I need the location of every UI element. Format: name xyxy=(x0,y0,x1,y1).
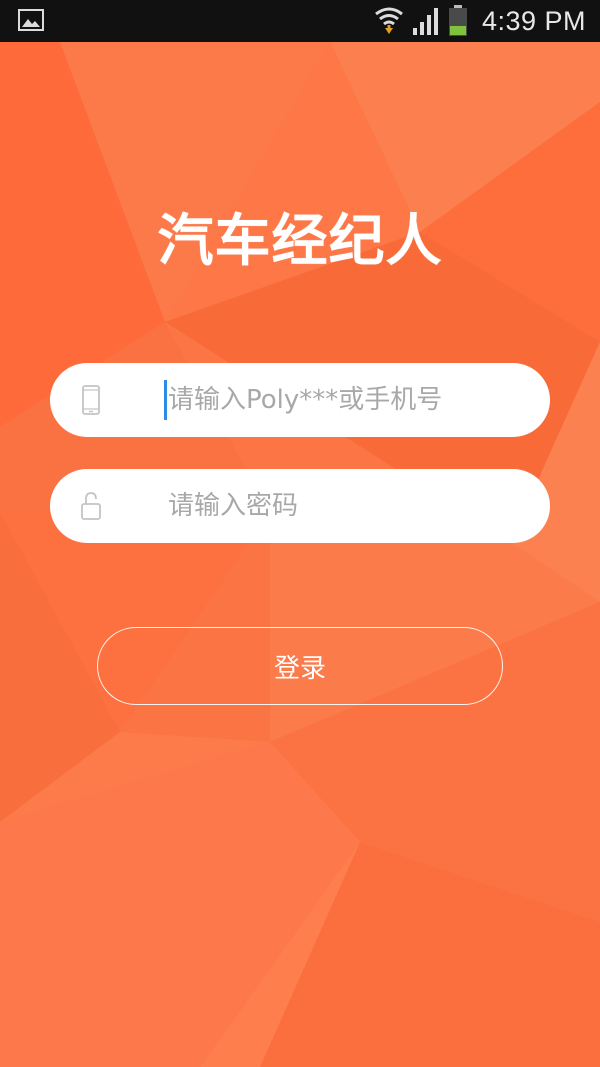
password-input[interactable] xyxy=(168,469,528,543)
wifi-icon xyxy=(375,7,403,34)
lock-icon xyxy=(81,492,101,520)
account-field[interactable] xyxy=(50,363,550,437)
app-title: 汽车经纪人 xyxy=(157,209,443,274)
status-indicators: 4:39 PM xyxy=(374,0,586,42)
login-button-label: 登录 xyxy=(273,653,326,684)
password-field[interactable] xyxy=(50,469,550,543)
status-time: 4:39 PM xyxy=(481,5,586,36)
text-cursor xyxy=(164,380,167,420)
login-screen: 4:39 PM 汽车经纪人 登录 xyxy=(0,0,600,1067)
gallery-icon xyxy=(18,9,44,31)
account-input[interactable] xyxy=(168,363,528,437)
status-bar: 4:39 PM xyxy=(0,0,600,42)
signal-icon xyxy=(412,8,438,35)
battery-icon xyxy=(448,5,467,36)
login-button[interactable]: 登录 xyxy=(97,627,503,705)
phone-icon xyxy=(82,385,100,415)
